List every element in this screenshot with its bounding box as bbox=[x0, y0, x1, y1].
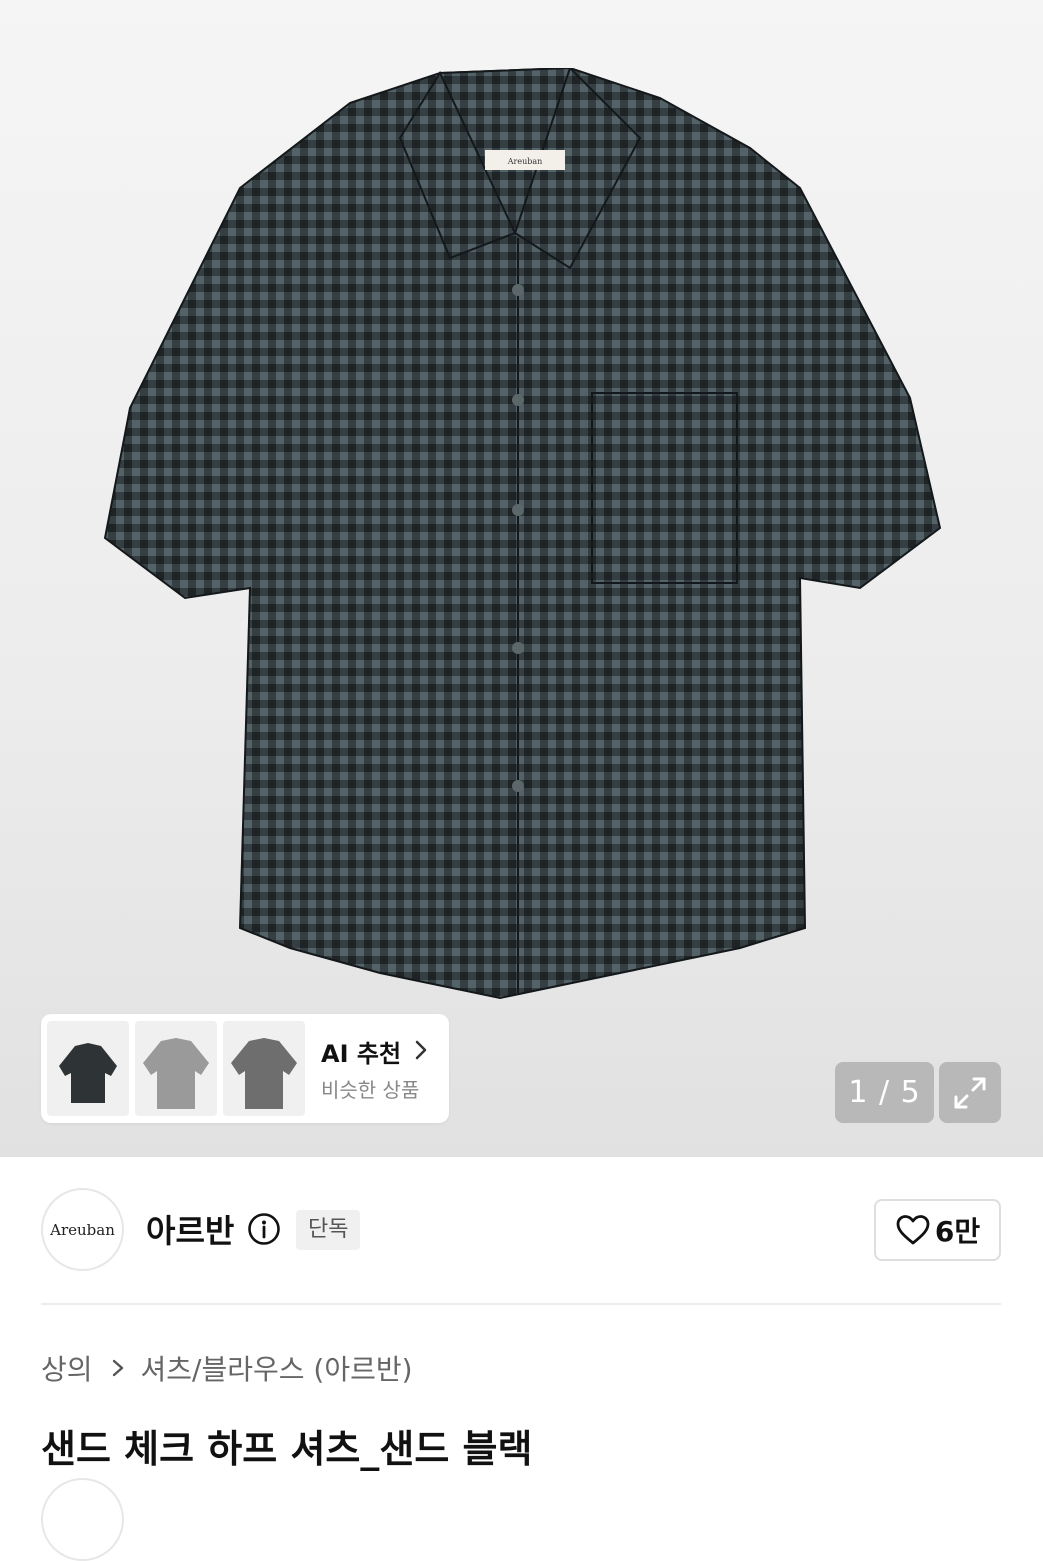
brand-logo[interactable]: Areuban bbox=[41, 1188, 124, 1271]
divider bbox=[41, 1303, 1001, 1305]
pager-total: 5 bbox=[900, 1075, 921, 1110]
chevron-right-icon bbox=[415, 1040, 427, 1060]
partial-avatar bbox=[41, 1478, 124, 1561]
expand-icon bbox=[954, 1077, 986, 1108]
recommend-thumb-1[interactable] bbox=[47, 1021, 129, 1116]
pager-separator: / bbox=[868, 1075, 901, 1110]
ai-recommend-subtitle: 비슷한 상품 bbox=[321, 1078, 420, 1102]
recommend-thumb-2[interactable] bbox=[135, 1021, 217, 1116]
breadcrumb-item-top[interactable]: 상의 bbox=[41, 1348, 93, 1388]
product-title: 샌드 체크 하프 셔츠_샌드 블랙 bbox=[41, 1427, 533, 1471]
ai-recommend-title: AI 추천 bbox=[321, 1040, 402, 1068]
breadcrumb-item-category[interactable]: 셔츠/블라우스 (아르반) bbox=[141, 1348, 413, 1388]
pager-current: 1 bbox=[848, 1075, 869, 1110]
product-image-gallery[interactable]: Areuban AI 추천 비슷한 상품 1 / 5 bbox=[0, 0, 1043, 1157]
garment-label: Areuban bbox=[507, 157, 543, 166]
brand-name[interactable]: 아르반 bbox=[146, 1206, 234, 1252]
brand-logo-text: Areuban bbox=[50, 1220, 115, 1239]
image-pager: 1 / 5 bbox=[835, 1062, 934, 1123]
breadcrumb: 상의 셔츠/블라우스 (아르반) bbox=[41, 1348, 413, 1388]
like-count: 6만 bbox=[934, 1215, 981, 1248]
like-button[interactable]: 6만 bbox=[874, 1199, 1001, 1261]
recommend-thumb-3[interactable] bbox=[223, 1021, 305, 1116]
expand-button[interactable] bbox=[939, 1062, 1001, 1123]
info-icon[interactable] bbox=[247, 1212, 281, 1246]
chevron-right-icon bbox=[112, 1359, 123, 1377]
product-image: Areuban bbox=[103, 68, 942, 1000]
ai-recommend-card[interactable]: AI 추천 비슷한 상품 bbox=[41, 1014, 449, 1123]
exclusive-badge: 단독 bbox=[296, 1210, 361, 1250]
heart-icon bbox=[896, 1215, 930, 1245]
